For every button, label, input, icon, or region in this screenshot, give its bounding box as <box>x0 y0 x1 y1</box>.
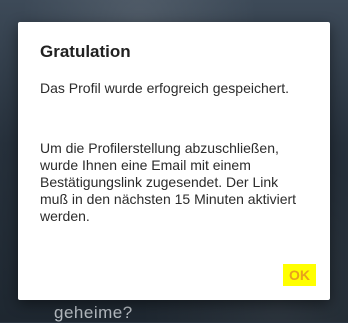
obscured-background-text: geheime? <box>54 303 133 322</box>
success-dialog: Gratulation Das Profil wurde erfogreich … <box>18 22 330 300</box>
ok-button[interactable]: OK <box>283 264 316 286</box>
dialog-message-confirmation: Um die Profilerstellung abzuschließen, w… <box>40 140 297 224</box>
dialog-message-saved: Das Profil wurde erfogreich gespeichert. <box>40 80 290 96</box>
dialog-title: Gratulation <box>40 42 131 61</box>
